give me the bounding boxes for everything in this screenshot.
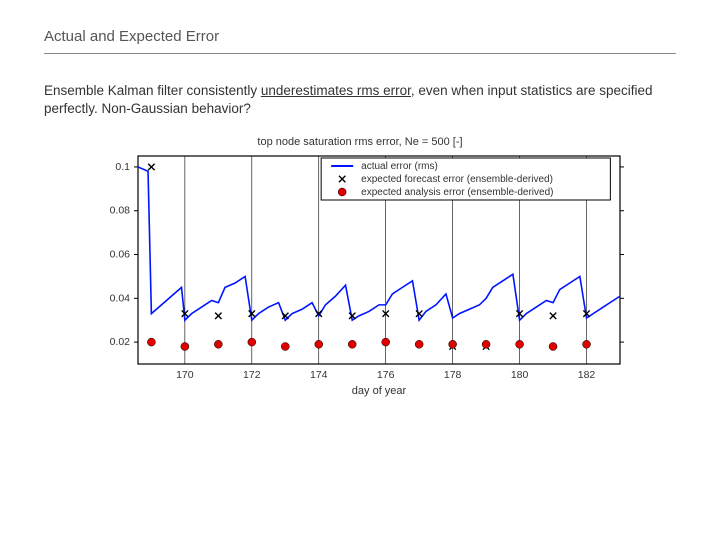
chart-svg: 170 172 174 176 178 180 182 0.02 0.04 0.06 0.08 0.1… xyxy=(90,150,630,400)
svg-text:174: 174 xyxy=(310,369,328,381)
svg-text:176: 176 xyxy=(377,369,395,381)
svg-text:178: 178 xyxy=(444,369,462,381)
svg-text:day of year: day of year xyxy=(352,385,407,397)
svg-text:expected forecast error (ensem: expected forecast error (ensemble-derive… xyxy=(361,174,553,185)
svg-text:170: 170 xyxy=(176,369,194,381)
chart-title: top node saturation rms error, Ne = 500 … xyxy=(44,136,676,148)
svg-text:0.1: 0.1 xyxy=(115,161,130,173)
blurb-text-underlined: underestimates rms error xyxy=(261,83,411,98)
svg-text:172: 172 xyxy=(243,369,261,381)
svg-text:0.06: 0.06 xyxy=(110,249,131,261)
chart: 170 172 174 176 178 180 182 0.02 0.04 0.06 0.08 0.1… xyxy=(90,150,630,400)
svg-text:expected analysis error (ensem: expected analysis error (ensemble-derive… xyxy=(361,187,553,198)
svg-text:0.02: 0.02 xyxy=(110,337,131,349)
svg-text:180: 180 xyxy=(511,369,529,381)
description: Ensemble Kalman filter consistently unde… xyxy=(44,82,676,118)
svg-text:0.08: 0.08 xyxy=(110,205,131,217)
svg-text:182: 182 xyxy=(578,369,596,381)
svg-text:actual error (rms): actual error (rms) xyxy=(361,161,438,172)
svg-text:0.04: 0.04 xyxy=(110,293,131,305)
divider xyxy=(44,53,676,54)
page-title: Actual and Expected Error xyxy=(44,28,676,45)
blurb-text-before: Ensemble Kalman filter consistently xyxy=(44,83,261,98)
